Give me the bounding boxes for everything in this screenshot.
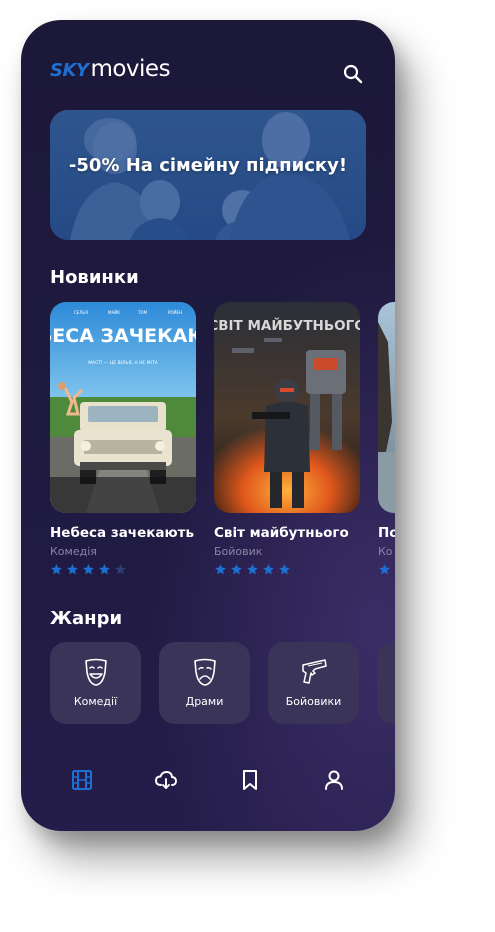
bookmark-icon bbox=[243, 770, 257, 790]
svg-text:ТОМ: ТОМ bbox=[137, 310, 148, 315]
genre-label: Бойовики bbox=[285, 695, 342, 708]
search-icon[interactable] bbox=[341, 62, 365, 86]
rating-stars bbox=[214, 563, 364, 576]
movie-poster[interactable]: СЕЛЬЯ МАЙК ТОМ РОЙЕН НЕБЕСА ЗАЧЕКАЮТЬ МА… bbox=[50, 302, 196, 513]
star-filled-icon bbox=[67, 564, 78, 575]
svg-text:НЕБЕСА ЗАЧЕКАЮТЬ: НЕБЕСА ЗАЧЕКАЮТЬ bbox=[50, 325, 196, 347]
profile-icon bbox=[325, 770, 343, 790]
movie-title: По bbox=[378, 525, 395, 541]
movie-genre: Комедія bbox=[50, 545, 97, 558]
nav-movies[interactable] bbox=[70, 768, 94, 792]
app-logo: SKY movies bbox=[50, 56, 171, 86]
star-empty-icon bbox=[394, 563, 395, 576]
genre-card-comedy[interactable]: Комедії bbox=[50, 642, 141, 724]
nav-bookmarks[interactable] bbox=[238, 768, 262, 792]
genre-label: Комедії bbox=[73, 695, 118, 708]
star-filled-icon bbox=[231, 564, 242, 575]
drama-mask-icon bbox=[193, 658, 216, 686]
movie-card[interactable]: По Ко bbox=[378, 302, 395, 576]
section-title-new: Новинки bbox=[50, 267, 139, 288]
svg-text:СЕЛЬЯ: СЕЛЬЯ bbox=[74, 310, 88, 315]
movie-genre: Бойовик bbox=[214, 545, 263, 558]
svg-text:МАСТІ — ЦЕ ВІЛЬЯ, А НЕ МІТА: МАСТІ — ЦЕ ВІЛЬЯ, А НЕ МІТА bbox=[88, 360, 158, 366]
pistol-icon bbox=[301, 659, 327, 684]
star-empty-icon bbox=[115, 564, 126, 575]
svg-text:РОЙЕН: РОЙЕН bbox=[168, 310, 182, 315]
star-filled-icon bbox=[83, 564, 94, 575]
poster-image bbox=[378, 302, 395, 513]
svg-text:СВІТ МАЙБУТНЬОГО: СВІТ МАЙБУТНЬОГО bbox=[214, 317, 360, 334]
poster-image: СВІТ МАЙБУТНЬОГО bbox=[214, 302, 360, 513]
star-filled-icon bbox=[99, 564, 110, 575]
movie-genre: Ко bbox=[378, 545, 393, 558]
genres-carousel[interactable]: Комедії Драми Бойовики bbox=[50, 642, 395, 724]
banner-text: -50% На сімейну підписку! bbox=[68, 155, 348, 176]
movie-card[interactable]: СЕЛЬЯ МАЙК ТОМ РОЙЕН НЕБЕСА ЗАЧЕКАЮТЬ МА… bbox=[50, 302, 200, 576]
star-filled-icon bbox=[215, 564, 226, 575]
star-filled-icon bbox=[51, 564, 62, 575]
phone-screen: SKY movies -50% На сімейну підписку! Нов… bbox=[21, 20, 395, 831]
logo-sky: SKY bbox=[50, 60, 89, 81]
star-filled-icon bbox=[247, 564, 258, 575]
poster-image: СЕЛЬЯ МАЙК ТОМ РОЙЕН НЕБЕСА ЗАЧЕКАЮТЬ МА… bbox=[50, 302, 196, 513]
film-icon bbox=[72, 770, 92, 790]
rating-stars bbox=[378, 563, 395, 576]
movie-title: Світ майбутнього bbox=[214, 525, 349, 541]
movie-card[interactable]: СВІТ МАЙБУТНЬОГО Світ майбутнього Бойови… bbox=[214, 302, 364, 576]
genre-card-action[interactable]: Бойовики bbox=[268, 642, 359, 724]
movie-title: Небеса зачекають bbox=[50, 525, 194, 541]
comedy-mask-icon bbox=[84, 658, 107, 686]
star-filled-icon bbox=[279, 564, 290, 575]
genre-label: Драми bbox=[185, 695, 224, 708]
logo-movies: movies bbox=[90, 56, 171, 82]
movie-poster[interactable] bbox=[378, 302, 395, 513]
cloud-download-icon bbox=[155, 771, 177, 789]
movies-carousel[interactable]: СЕЛЬЯ МАЙК ТОМ РОЙЕН НЕБЕСА ЗАЧЕКАЮТЬ МА… bbox=[50, 302, 395, 592]
movie-poster[interactable]: СВІТ МАЙБУТНЬОГО bbox=[214, 302, 360, 513]
promo-banner[interactable]: -50% На сімейну підписку! bbox=[50, 110, 366, 240]
genre-card-more[interactable] bbox=[377, 642, 395, 724]
nav-profile[interactable] bbox=[322, 768, 346, 792]
star-filled-icon bbox=[379, 564, 390, 575]
svg-text:МАЙК: МАЙК bbox=[108, 310, 120, 315]
star-filled-icon bbox=[263, 564, 274, 575]
section-title-genres: Жанри bbox=[50, 608, 123, 629]
nav-downloads[interactable] bbox=[154, 768, 178, 792]
rating-stars bbox=[50, 563, 200, 576]
genre-card-drama[interactable]: Драми bbox=[159, 642, 250, 724]
